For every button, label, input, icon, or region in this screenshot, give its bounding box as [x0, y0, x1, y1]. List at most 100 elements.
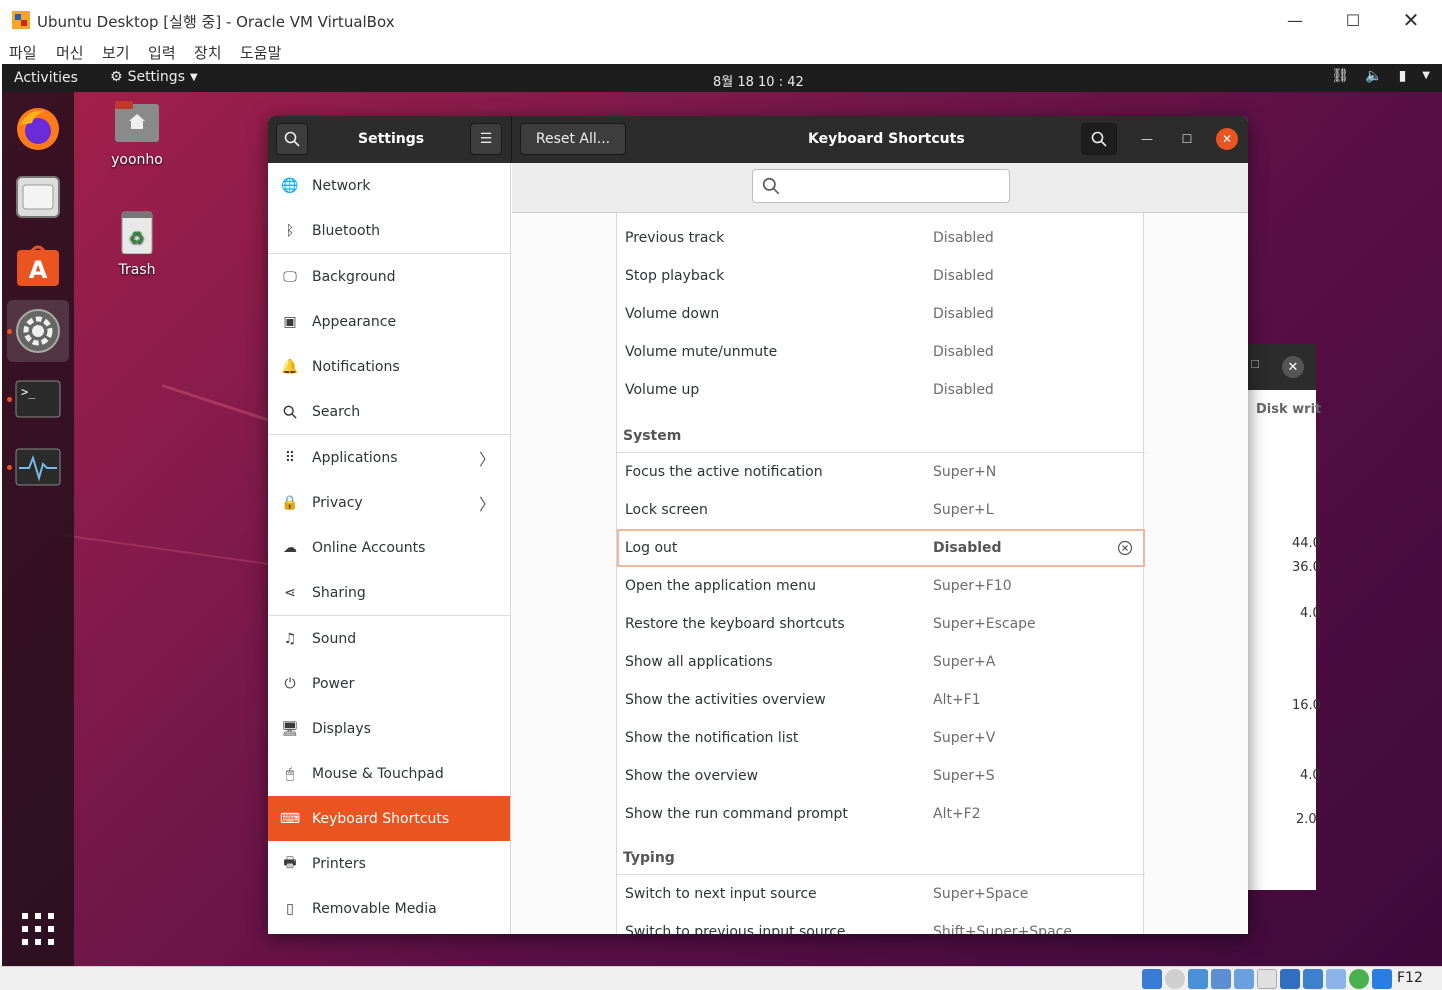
sidebar-item-label: Removable Media: [312, 900, 437, 917]
sidebar-item-bluetooth[interactable]: ᛒ Bluetooth: [268, 208, 510, 253]
sidebar-item-sharing[interactable]: ⋖ Sharing: [268, 570, 510, 615]
activities-button[interactable]: Activities: [14, 70, 78, 86]
value-label: 2.0: [1296, 812, 1317, 827]
shortcut-row[interactable]: Focus the active notification Super+N: [617, 453, 1145, 491]
sidebar-item-label: Search: [312, 403, 361, 420]
dock-software[interactable]: A: [7, 234, 69, 296]
dock-terminal[interactable]: >_: [7, 368, 69, 430]
shortcut-name: Show the overview: [625, 768, 759, 784]
recording-icon[interactable]: [1303, 969, 1323, 989]
optical-drive-icon[interactable]: [1165, 969, 1185, 989]
shortcut-accel: Super+Escape: [933, 616, 1036, 632]
sidebar-item-network[interactable]: 🌐 Network: [268, 163, 510, 208]
virtualization-icon[interactable]: [1349, 969, 1369, 989]
shortcut-row-selected[interactable]: Log out Disabled: [617, 529, 1145, 567]
sidebar-item-privacy[interactable]: 🔒 Privacy 〉: [268, 480, 510, 525]
menu-devices[interactable]: 장치: [194, 42, 222, 63]
menu-view[interactable]: 보기: [102, 42, 130, 63]
shortcut-name: Show the notification list: [625, 730, 799, 746]
system-tray[interactable]: ⛓ 🔈 ▮ ▼: [1331, 68, 1430, 84]
close-button[interactable]: ✕: [1382, 0, 1440, 40]
menu-machine[interactable]: 머신: [56, 42, 84, 63]
shortcut-row[interactable]: Show the activities overview Alt+F1: [617, 681, 1145, 719]
sidebar-item-sound[interactable]: ♫ Sound: [268, 616, 510, 661]
sidebar-item-displays[interactable]: 🖥 Displays: [268, 706, 510, 751]
shortcut-row[interactable]: Lock screen Super+L: [617, 491, 1145, 529]
sidebar-item-notifications[interactable]: 🔔 Notifications: [268, 344, 510, 389]
window-close-button[interactable]: ✕: [1216, 128, 1238, 150]
minimize-button[interactable]: —: [1266, 0, 1324, 40]
shortcut-row[interactable]: Show the notification list Super+V: [617, 719, 1145, 757]
shortcut-search-button[interactable]: [1081, 123, 1117, 155]
shortcut-row[interactable]: Switch to previous input source Shift+Su…: [617, 913, 1145, 934]
sidebar-item-appearance[interactable]: ▣ Appearance: [268, 299, 510, 344]
menu-file[interactable]: 파일: [9, 42, 37, 63]
sidebar-item-removable-media[interactable]: ▯ Removable Media: [268, 886, 510, 931]
shortcut-row[interactable]: Show the run command prompt Alt+F2: [617, 795, 1145, 833]
audio-icon[interactable]: [1188, 969, 1208, 989]
sidebar-item-keyboard-shortcuts[interactable]: ⌨ Keyboard Shortcuts: [268, 796, 510, 841]
shortcut-row[interactable]: Volume up Disabled: [617, 371, 1145, 409]
shortcut-row[interactable]: Open the application menu Super+F10: [617, 567, 1145, 605]
maximize-button[interactable]: ☐: [1324, 0, 1382, 40]
sidebar-item-label: Notifications: [312, 358, 400, 375]
dock-system-monitor[interactable]: [7, 436, 69, 498]
desktop-icon-home[interactable]: yoonho: [97, 100, 177, 168]
app-menu-label: Settings: [127, 69, 185, 85]
sidebar-item-power[interactable]: ⏻ Power: [268, 661, 510, 706]
app-grid-icon: [22, 913, 54, 945]
shortcut-row[interactable]: Volume down Disabled: [617, 295, 1145, 333]
shortcut-accel: Super+Space: [933, 886, 1029, 902]
shortcut-accel: Super+V: [933, 730, 996, 746]
keyboard-capture-icon[interactable]: [1372, 969, 1392, 989]
shortcut-row[interactable]: Switch to next input source Super+Space: [617, 875, 1145, 913]
close-icon: ✕: [1221, 132, 1233, 146]
vbox-window-title: Ubuntu Desktop [실행 중] - Oracle VM Virtua…: [37, 13, 395, 31]
value-label: 4.0: [1300, 606, 1321, 621]
clear-shortcut-icon[interactable]: [1117, 540, 1133, 556]
sidebar-item-printers[interactable]: 🖶 Printers: [268, 841, 510, 886]
menu-input[interactable]: 입력: [148, 42, 176, 63]
system-monitor-window[interactable]: ☐ ✕ Disk writ 44.0 36.0 4.0 16.0 4.0 2.0: [1248, 344, 1321, 890]
sidebar-item-mouse-touchpad[interactable]: 🖱 Mouse & Touchpad: [268, 751, 510, 796]
sidebar-item-applications[interactable]: ⠿ Applications 〉: [268, 435, 510, 480]
shortcut-row[interactable]: Restore the keyboard shortcuts Super+Esc…: [617, 605, 1145, 643]
printer-icon: 🖶: [283, 854, 297, 871]
firefox-icon: [17, 108, 59, 150]
sidebar-item-online-accounts[interactable]: ☁ Online Accounts: [268, 525, 510, 570]
ubuntu-dock: A >_: [2, 92, 74, 966]
desktop-icon-trash[interactable]: ♻ Trash: [97, 210, 177, 278]
minimize-icon: —: [1141, 132, 1153, 146]
window-minimize-button[interactable]: —: [1136, 128, 1158, 150]
menu-help[interactable]: 도움말: [240, 42, 281, 63]
sidebar-item-background[interactable]: 🖵 Background: [268, 254, 510, 299]
shortcut-row[interactable]: Show all applications Super+A: [617, 643, 1145, 681]
primary-menu-button[interactable]: ☰: [470, 123, 502, 155]
clock[interactable]: 8월 18 10 : 42: [713, 71, 804, 90]
shortcut-row[interactable]: Show the overview Super+S: [617, 757, 1145, 795]
dock-firefox[interactable]: [7, 98, 69, 160]
app-menu-button[interactable]: ⚙ Settings ▼: [110, 69, 198, 85]
network-adapter-icon[interactable]: [1211, 969, 1231, 989]
shortcut-row[interactable]: Previous track Disabled: [617, 219, 1145, 257]
display-icon[interactable]: [1280, 969, 1300, 989]
sidebar-search-button[interactable]: [276, 123, 308, 155]
show-applications-button[interactable]: [7, 898, 69, 960]
reset-all-button[interactable]: Reset All...: [520, 123, 626, 155]
dock-settings[interactable]: [7, 300, 69, 362]
column-header: Disk writ: [1256, 402, 1322, 417]
svg-text:>_: >_: [21, 385, 36, 399]
window-maximize-button[interactable]: ☐: [1176, 128, 1198, 150]
sidebar-item-search[interactable]: Search: [268, 389, 510, 434]
hard-disk-icon[interactable]: [1142, 969, 1162, 989]
shortcut-row[interactable]: Volume mute/unmute Disabled: [617, 333, 1145, 371]
shortcut-search-input[interactable]: [752, 169, 1010, 203]
dock-files[interactable]: [7, 166, 69, 228]
mouse-integration-icon[interactable]: [1326, 969, 1346, 989]
close-icon[interactable]: ✕: [1282, 356, 1304, 378]
shortcut-row[interactable]: Stop playback Disabled: [617, 257, 1145, 295]
shortcut-name: Volume up: [625, 382, 700, 398]
shared-folders-icon[interactable]: [1257, 969, 1277, 989]
shortcut-name: Switch to previous input source: [625, 924, 846, 934]
usb-icon[interactable]: [1234, 969, 1254, 989]
